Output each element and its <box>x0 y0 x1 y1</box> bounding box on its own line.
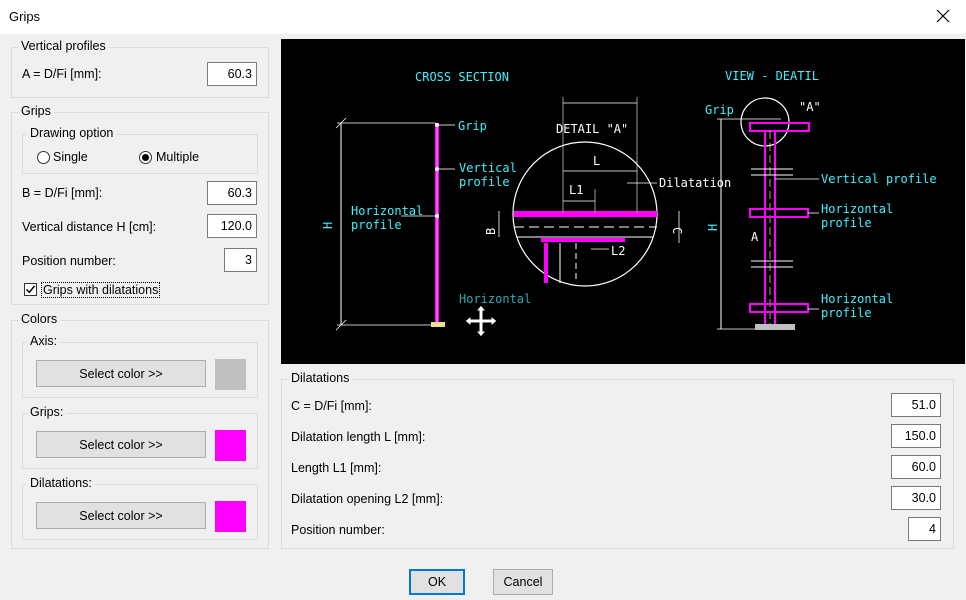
a-diameter-input[interactable] <box>207 62 257 86</box>
length-l1-label: Length L1 [mm]: <box>291 461 382 475</box>
dilatations-title: Dilatations <box>288 371 353 385</box>
grips-group: Grips Drawing option Single Multiple B =… <box>11 104 269 305</box>
l2-dimension-label: L2 <box>611 244 625 258</box>
grips-color-group: Grips: Select color >> <box>22 405 258 469</box>
grips-select-color-button[interactable]: Select color >> <box>36 431 206 458</box>
dilatations-position-label: Position number: <box>291 523 385 537</box>
profile-label-cs: profile <box>459 175 510 189</box>
horizontal-profile-label-vd2: profile <box>821 306 872 320</box>
single-label: Single <box>53 150 88 164</box>
horizontal-bottom-label-cs: Horizontal <box>459 292 531 306</box>
dilatations-color-label: Dilatations: <box>27 476 95 490</box>
colors-group: Colors Axis: Select color >> Grips: Sele… <box>11 312 269 549</box>
dilatations-color-group: Dilatations: Select color >> <box>22 476 258 540</box>
c-diameter-label: C = D/Fi [mm]: <box>291 399 372 413</box>
grips-color-label: Grips: <box>27 405 67 419</box>
dilatations-checkbox[interactable] <box>24 283 37 296</box>
title-bar: Grips <box>0 0 966 34</box>
multiple-radio[interactable] <box>139 151 152 164</box>
b-diameter-label: B = D/Fi [mm]: <box>22 186 103 200</box>
grips-position-label: Position number: <box>22 254 116 268</box>
l-dimension-label: L <box>593 154 600 168</box>
multiple-label: Multiple <box>156 150 200 164</box>
checkmark-icon <box>25 285 36 294</box>
c-dimension-label: C <box>670 227 684 234</box>
horizontal-label-cs: Horizontal <box>351 204 423 218</box>
grips-color-swatch <box>215 430 246 461</box>
dilatation-length-label: Dilatation length L [mm]: <box>291 430 426 444</box>
vertical-distance-input[interactable] <box>207 214 257 238</box>
dilatations-group: Dilatations C = D/Fi [mm]: Dilatation le… <box>281 371 954 549</box>
length-l1-input[interactable] <box>891 455 941 479</box>
dilatation-label: Dilatation <box>659 176 731 190</box>
dilatations-check-label[interactable]: Grips with dilatations <box>41 282 161 298</box>
drawing-option-title: Drawing option <box>27 126 117 140</box>
dilatations-color-swatch <box>215 501 246 532</box>
axis-color-swatch <box>215 359 246 390</box>
axis-color-label: Axis: <box>27 334 61 348</box>
l1-dimension-label: L1 <box>569 183 583 197</box>
grip-label-vd: Grip <box>705 103 734 117</box>
vertical-profiles-title: Vertical profiles <box>18 39 109 53</box>
grips-title: Grips <box>18 104 54 118</box>
cancel-button[interactable]: Cancel <box>493 569 553 595</box>
grips-position-input[interactable] <box>224 248 257 272</box>
close-icon <box>936 9 950 23</box>
dilatations-position-input[interactable] <box>908 517 941 541</box>
window-title: Grips <box>9 9 41 24</box>
single-radio[interactable] <box>37 151 50 164</box>
vertical-profile-label-vd: Vertical profile <box>821 172 937 186</box>
dilatation-opening-label: Dilatation opening L2 [mm]: <box>291 492 444 506</box>
dilatation-length-input[interactable] <box>891 424 941 448</box>
horizontal-label-vd1: Horizontal <box>821 202 893 216</box>
horizontal-label-vd2: Horizontal <box>821 292 893 306</box>
cross-section-title: CROSS SECTION <box>415 70 509 84</box>
axis-select-color-button[interactable]: Select color >> <box>36 360 206 387</box>
grip-label-cs: Grip <box>458 119 487 133</box>
view-detail-title: VIEW - DEATIL <box>725 69 819 83</box>
b-diameter-input[interactable] <box>207 181 257 205</box>
detail-a-title: DETAIL "A" <box>556 122 628 136</box>
preview-drawing: CROSS SECTION VIEW - DEATIL DETAIL "A" H… <box>281 39 965 364</box>
view-detail-drawing: H "A" Grip Vertical profile Horizontal p… <box>705 97 937 330</box>
axis-color-group: Axis: Select color >> <box>22 334 258 398</box>
c-diameter-input[interactable] <box>891 393 941 417</box>
grip-schematic: CROSS SECTION VIEW - DEATIL DETAIL "A" H… <box>321 69 937 338</box>
dilatations-select-color-button[interactable]: Select color >> <box>36 502 206 529</box>
ok-button[interactable]: OK <box>409 569 465 595</box>
horizontal-profile-label-cs: profile <box>351 218 402 232</box>
vertical-distance-label: Vertical distance H [cm]: <box>22 220 157 234</box>
vertical-profiles-group: Vertical profiles A = D/Fi [mm]: <box>11 39 269 98</box>
a-diameter-label: A = D/Fi [mm]: <box>22 67 102 81</box>
h-dimension-label-cs: H <box>321 222 335 229</box>
move-cursor-icon <box>464 304 498 338</box>
a-dimension-label-vd: A <box>751 230 759 244</box>
horizontal-profile-label-vd1: profile <box>821 216 872 230</box>
a-detail-mark: "A" <box>799 100 821 114</box>
b-dimension-label: B <box>484 228 498 235</box>
cross-section-view: H Grip Vertical profile Horizontal profi… <box>321 117 531 331</box>
dilatation-opening-input[interactable] <box>891 486 941 510</box>
drawing-option-group: Drawing option Single Multiple <box>22 126 258 174</box>
close-button[interactable] <box>920 0 966 32</box>
colors-title: Colors <box>18 312 61 326</box>
vertical-label-cs: Vertical <box>459 161 517 175</box>
h-dimension-label-vd: H <box>706 224 720 231</box>
